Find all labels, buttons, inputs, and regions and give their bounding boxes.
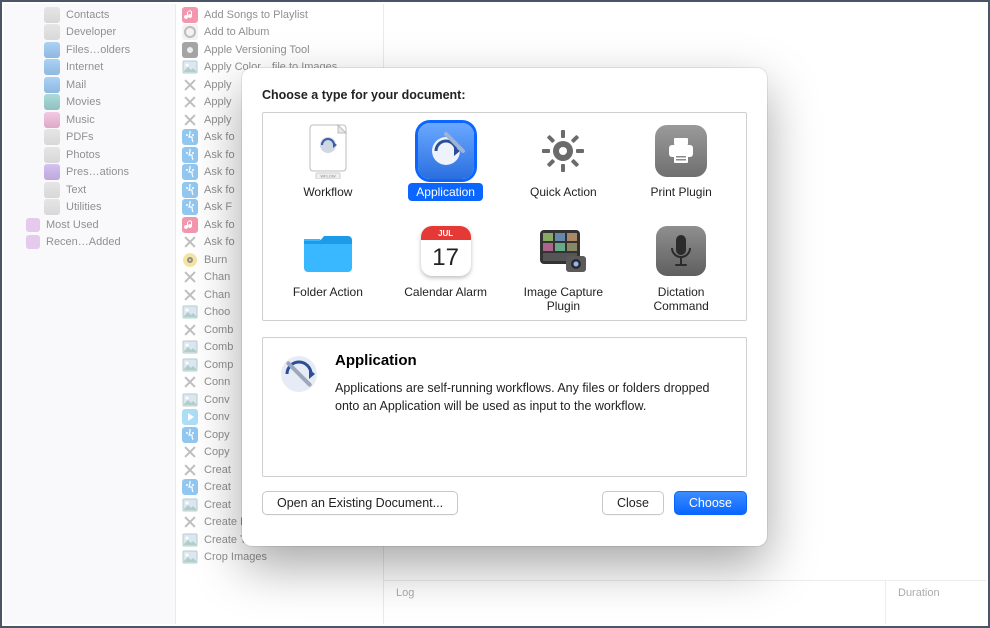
document-type-grid: WFLOW Workflow A	[262, 112, 747, 321]
type-image-capture-plugin[interactable]: Image Capture Plugin	[505, 223, 623, 316]
type-dictation-command[interactable]: Dictation Command	[622, 223, 740, 316]
type-workflow[interactable]: WFLOW Workflow	[269, 123, 387, 213]
sheet-heading: Choose a type for your document:	[262, 88, 747, 102]
type-label: Dictation Command	[622, 283, 740, 316]
type-folder-action[interactable]: Folder Action	[269, 223, 387, 316]
type-calendar-alarm[interactable]: JUL 17 Calendar Alarm	[387, 223, 505, 316]
open-existing-button[interactable]: Open an Existing Document...	[262, 491, 458, 515]
new-document-sheet: Choose a type for your document: WFLOW W…	[242, 68, 767, 546]
description-text: Applications are self-running workflows.…	[335, 379, 732, 415]
type-print-plugin[interactable]: Print Plugin	[622, 123, 740, 213]
svg-text:WFLOW: WFLOW	[320, 174, 336, 179]
type-label: Quick Action	[522, 183, 605, 213]
type-label: Workflow	[295, 183, 360, 213]
type-label: Application	[408, 183, 483, 201]
calendar-icon: JUL 17	[418, 223, 474, 279]
type-label: Calendar Alarm	[396, 283, 495, 313]
description-title: Application	[335, 352, 732, 369]
type-quick-action[interactable]: Quick Action	[505, 123, 623, 213]
close-button[interactable]: Close	[602, 491, 664, 515]
image-capture-icon	[535, 223, 591, 279]
choose-button[interactable]: Choose	[674, 491, 747, 515]
printer-icon	[653, 123, 709, 179]
type-label: Print Plugin	[642, 183, 719, 213]
microphone-icon	[653, 223, 709, 279]
gear-icon	[535, 123, 591, 179]
application-icon	[277, 352, 321, 396]
type-description: Application Applications are self-runnin…	[262, 337, 747, 477]
type-application[interactable]: Application	[387, 123, 505, 213]
type-label: Image Capture Plugin	[505, 283, 623, 316]
type-label: Folder Action	[285, 283, 371, 313]
folder-icon	[300, 223, 356, 279]
workflow-icon: WFLOW	[300, 123, 356, 179]
application-icon	[418, 123, 474, 179]
